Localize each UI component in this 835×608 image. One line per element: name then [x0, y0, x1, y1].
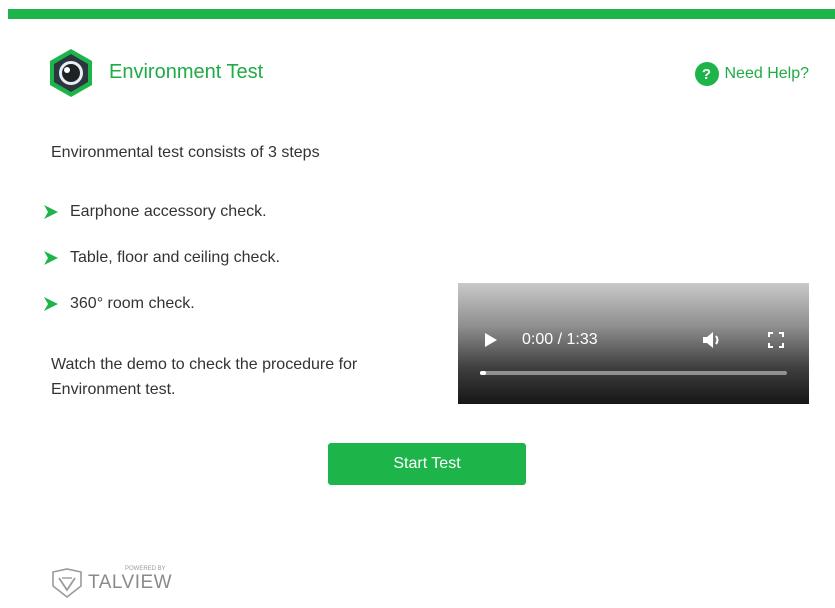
start-test-button[interactable]: Start Test — [328, 443, 526, 485]
powered-by-footer: POWERED BY TALVIEW — [50, 566, 173, 598]
page-title: Environment Test — [109, 61, 264, 83]
green-arrow-icon — [44, 296, 58, 311]
intro-text: Environmental test consists of 3 steps — [51, 144, 320, 161]
need-help-link[interactable]: ? Need Help? — [694, 60, 810, 88]
talview-shield-icon — [52, 568, 82, 598]
video-progress-fill — [480, 371, 487, 375]
step-item: Table, floor and ceiling check. — [44, 246, 280, 269]
demo-instruction-text: Watch the demo to check the procedure fo… — [51, 356, 358, 398]
green-arrow-icon — [44, 250, 58, 265]
powered-by-label: POWERED BY — [125, 566, 166, 572]
video-seek-bar[interactable] — [480, 371, 787, 375]
step-label: Table, floor and ceiling check. — [70, 248, 280, 266]
step-item: Earphone accessory check. — [44, 200, 280, 223]
volume-icon[interactable] — [702, 331, 724, 349]
green-arrow-icon — [44, 204, 58, 219]
top-accent-bar — [8, 9, 835, 19]
video-time-display: 0:00 / 1:33 — [522, 331, 598, 348]
demo-video-player[interactable]: 0:00 / 1:33 — [458, 283, 809, 404]
brand-name: TALVIEW — [88, 572, 173, 593]
footer-brand: POWERED BY TALVIEW — [88, 566, 173, 594]
step-label: Earphone accessory check. — [70, 202, 267, 220]
step-label: 360° room check. — [70, 294, 195, 312]
step-item: 360° room check. — [44, 292, 280, 315]
play-icon[interactable] — [484, 333, 498, 347]
need-help-label[interactable]: Need Help? — [725, 65, 810, 83]
fullscreen-icon[interactable] — [768, 332, 784, 348]
question-circle-icon: ? — [694, 62, 719, 86]
steps-list: Earphone accessory check. Table, floor a… — [44, 200, 280, 338]
camera-lens-hexagon-icon — [45, 47, 97, 99]
